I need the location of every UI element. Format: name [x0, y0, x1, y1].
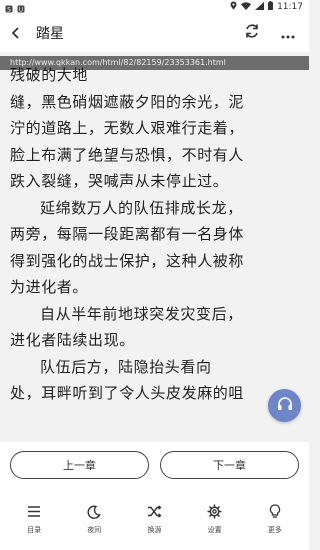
reading-content[interactable]: 残破的大地 缝，黑色硝烟遮蔽夕阳的余光，泥 泞的道路上，无数人艰难行走着， 脸上布满了…	[0, 52, 309, 442]
header-actions	[241, 22, 309, 44]
reader-toolbar: 目录 夜间 换源 设置 更多	[0, 488, 309, 550]
svg-text:S: S	[7, 6, 11, 13]
url-text: http://www.qkkan.com/html/82/82159/23353…	[10, 58, 226, 67]
moon-icon	[86, 504, 102, 520]
gear-icon	[207, 504, 223, 520]
toolbar-item-source[interactable]: 换源	[129, 504, 179, 535]
text-line: 泞的道路上，无数人艰难行走着，	[10, 119, 245, 137]
reader-header: 踏星	[0, 14, 309, 52]
text-line: 自从半年前地球突发灾变后，	[40, 304, 243, 323]
toolbar-item-more[interactable]: 更多	[250, 504, 300, 535]
listen-button[interactable]	[268, 389, 301, 422]
chapter-nav: 上一章 下一章	[0, 442, 309, 488]
status-bar: S U 11:17	[0, 0, 309, 14]
refresh-icon	[244, 23, 260, 43]
text-lines: 残破的大地 缝，黑色硝烟遮蔽夕阳的余光，泥 泞的道路上，无数人艰难行走着， 脸上布满了…	[10, 62, 302, 407]
toolbar-item-toc[interactable]: 目录	[9, 504, 59, 535]
text-line: 缝，黑色硝烟遮蔽夕阳的余光，泥	[10, 92, 245, 111]
refresh-button[interactable]	[241, 22, 263, 44]
prev-chapter-button[interactable]: 上一章	[10, 451, 149, 479]
text-line: 脸上布满了绝望与恐惧，不时有人	[10, 145, 245, 164]
toolbar-label-settings: 设置	[207, 525, 222, 534]
battery-icon	[268, 1, 274, 13]
chevron-left-icon	[11, 24, 21, 43]
next-chapter-button[interactable]: 下一章	[160, 451, 299, 479]
toolbar-label-toc: 目录	[27, 525, 42, 534]
list-icon	[26, 504, 42, 520]
url-bar: http://www.qkkan.com/html/82/82159/23353…	[0, 56, 309, 70]
text-line: 队伍后方，陆隐抬头看向	[40, 357, 212, 376]
toolbar-label-night: 夜间	[87, 525, 102, 534]
more-button[interactable]	[277, 22, 299, 44]
status-time: 11:17	[277, 2, 303, 12]
text-line: 为进化者。	[10, 278, 89, 296]
location-icon	[230, 1, 237, 13]
text-line: 处，耳畔听到了令人头皮发麻的咀	[10, 384, 245, 402]
text-line: 两旁，每隔一段距离都有一名身体	[10, 225, 245, 243]
book-title: 踏星	[36, 26, 64, 42]
more-icon	[281, 24, 295, 43]
headphones-icon	[277, 396, 293, 415]
status-right: 11:17	[230, 1, 309, 13]
svg-text:U: U	[19, 6, 23, 13]
cellular-icon	[255, 1, 265, 13]
wifi-icon	[241, 1, 252, 13]
text-line: 跌入裂缝，哭喊声从未停止过。	[10, 172, 229, 190]
bulb-icon	[267, 504, 283, 520]
back-button[interactable]	[0, 14, 32, 52]
text-line: 得到强化的战士保护，这种人被称	[10, 251, 245, 270]
toolbar-label-source: 换源	[147, 525, 162, 534]
shuffle-icon	[146, 504, 162, 520]
toolbar-item-settings[interactable]: 设置	[190, 504, 240, 535]
toolbar-item-night[interactable]: 夜间	[69, 504, 119, 535]
text-line: 进化者陆续出现。	[10, 331, 135, 349]
toolbar-label-more: 更多	[267, 525, 282, 534]
text-line: 延绵数万人的队伍排成长龙，	[40, 198, 243, 217]
